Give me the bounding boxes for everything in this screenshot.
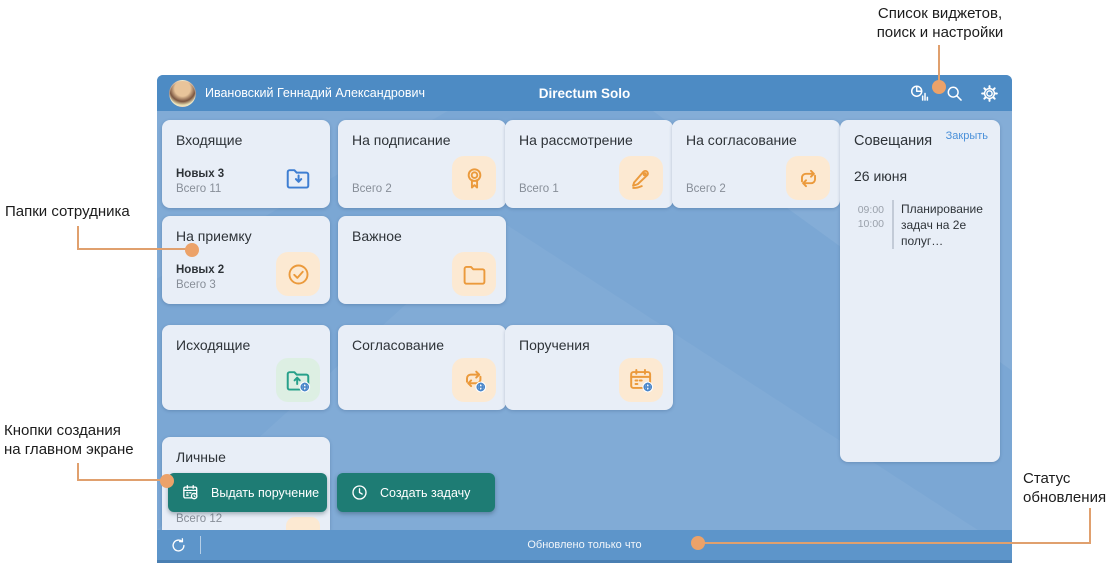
folder-tile-for-acceptance[interactable]: На приемку Новых 2 Всего 3 [162,216,330,304]
calendar-clock-icon [181,483,200,502]
tile-total-count: Всего 1 [519,182,559,197]
medal-icon [461,165,488,192]
status-bar: Обновлено только что [157,530,1012,563]
annotation-line [77,248,189,250]
meetings-date: 26 июня [854,168,907,184]
annotation-update-status: Статус обновления [1023,469,1115,507]
folder-tile-for-review[interactable]: На рассмотрение Всего 1 [505,120,673,208]
refresh-icon [169,536,188,555]
tile-new-count: Новых 3 [176,167,224,182]
meetings-widget: Совещания Закрыть 26 июня 09:00 10:00 Пл… [840,120,1000,462]
annotation-employee-folders: Папки сотрудника [5,202,175,221]
meeting-start-time: 09:00 [850,203,884,217]
meeting-divider [892,200,894,249]
tile-title: Согласование [352,337,444,353]
folder-tile-inbox[interactable]: Входящие Новых 3 Всего 11 [162,120,330,208]
sync-icon [795,165,822,192]
tile-icon-partial [286,517,320,530]
app-window: Ивановский Геннадий Александрович Direct… [157,75,1012,563]
annotation-create-buttons: Кнопки создания на главном экране [4,421,174,459]
folder-download-icon [284,164,312,192]
meeting-end-time: 10:00 [850,217,884,231]
meeting-subject: Планирование задач на 2е полуг… [901,200,1001,249]
annotation-dot [932,80,946,94]
annotation-line [1089,508,1091,544]
folder-tile-assignments[interactable]: Поручения [505,325,673,410]
annotation-line [702,542,1091,544]
pen-icon [628,165,655,192]
folder-tile-important[interactable]: Важное [338,216,506,304]
annotation-dot [691,536,705,550]
issue-assignment-button[interactable]: Выдать поручение [168,473,327,512]
tile-title: На согласование [686,132,797,148]
meeting-item[interactable]: 09:00 10:00 Планирование задач на 2е пол… [850,200,1001,249]
tile-title: Важное [352,228,402,244]
title-bar: Ивановский Геннадий Александрович Direct… [157,75,1012,111]
check-circle-icon [285,261,312,288]
sync-globe-icon [460,366,488,394]
folder-icon [461,261,488,288]
annotation-line [77,226,79,250]
tile-title: Входящие [176,132,242,148]
folder-tile-for-signing[interactable]: На подписание Всего 2 [338,120,506,208]
tile-total-count: Всего 3 [176,278,224,293]
annotation-widgets-search-settings: Список виджетов, поиск и настройки [840,4,1040,42]
tile-title: На рассмотрение [519,132,633,148]
tile-title: Поручения [519,337,590,353]
avatar[interactable] [169,80,196,107]
calendar-globe-icon [627,366,655,394]
tile-total-count: Всего 2 [352,182,392,197]
folder-tile-approval[interactable]: Согласование [338,325,506,410]
create-task-button[interactable]: Создать задачу [337,473,495,512]
clock-icon [350,483,369,502]
tile-title: Исходящие [176,337,250,353]
tile-total-count: Всего 11 [176,182,224,197]
statusbar-divider [200,536,201,554]
close-meetings-link[interactable]: Закрыть [946,130,988,142]
folder-upload-globe-icon [284,366,312,394]
gear-icon[interactable] [979,83,1000,104]
tile-total-count: Всего 2 [686,182,726,197]
annotation-dot [185,243,199,257]
main-area: Входящие Новых 3 Всего 11 На подписание … [157,111,1012,530]
tile-title: На подписание [352,132,451,148]
user-name: Ивановский Геннадий Александрович [205,86,425,100]
refresh-button[interactable] [169,536,188,555]
folder-tile-for-approval[interactable]: На согласование Всего 2 [672,120,840,208]
widgets-icon[interactable] [909,83,930,104]
search-icon[interactable] [944,83,965,104]
folder-tile-outbox[interactable]: Исходящие [162,325,330,410]
update-status-text: Обновлено только что [157,539,1012,551]
button-label: Выдать поручение [211,486,319,500]
tile-title: Личные [176,449,226,465]
button-label: Создать задачу [380,486,470,500]
tile-title: На приемку [176,228,252,244]
meetings-title: Совещания [854,133,932,149]
tile-total-count: Всего 12 [176,513,222,525]
tile-new-count: Новых 2 [176,263,224,278]
annotation-dot [160,474,174,488]
annotation-line [77,479,163,481]
